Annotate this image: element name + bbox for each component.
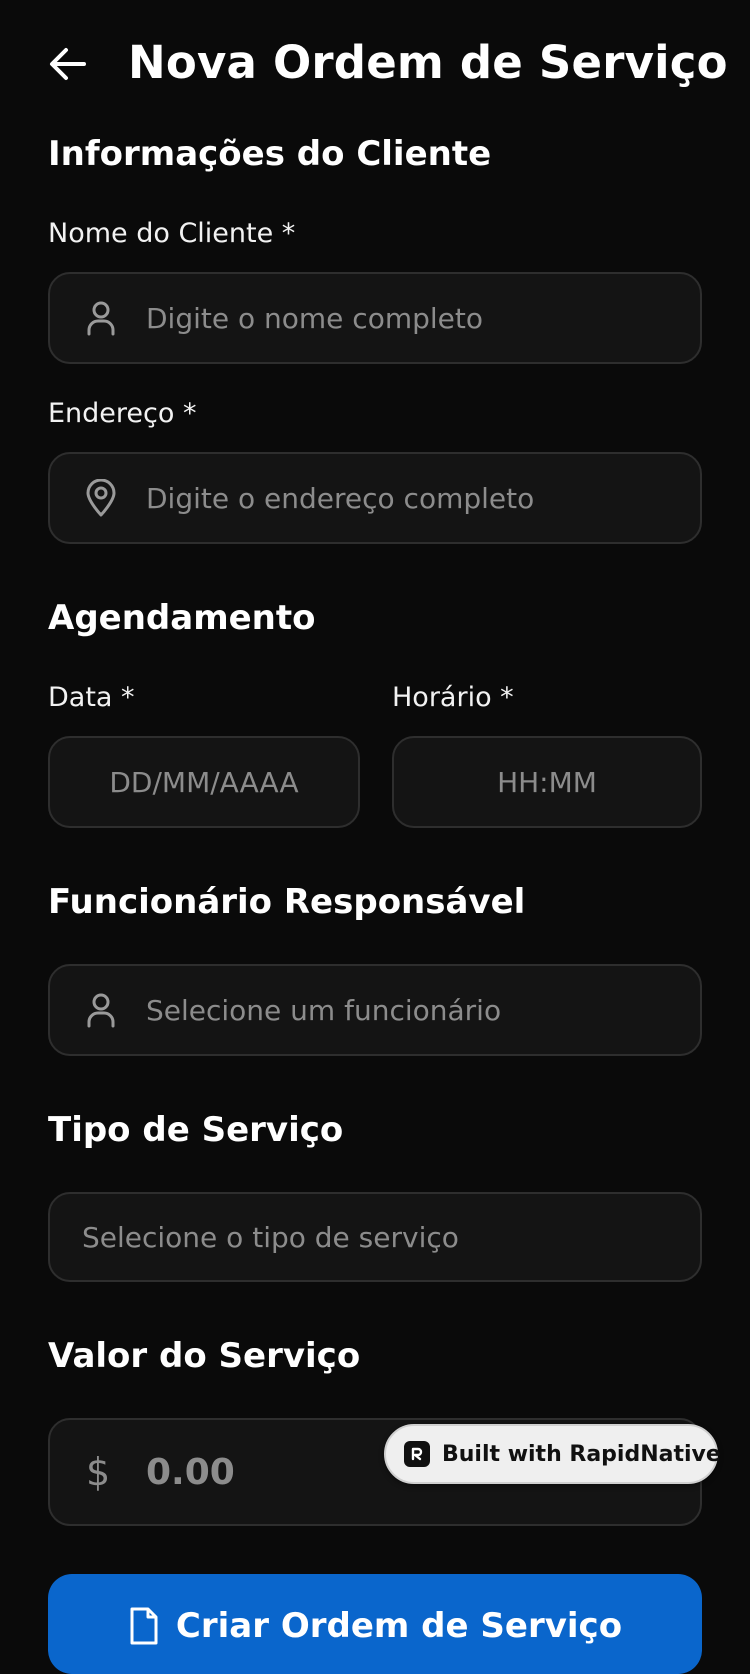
address-input[interactable]: Digite o endereço completo (48, 452, 702, 544)
service-type-section-title: Tipo de Serviço (48, 1110, 344, 1150)
header: Nova Ordem de Serviço (0, 28, 750, 102)
address-placeholder: Digite o endereço completo (146, 481, 535, 515)
page-title: Nova Ordem de Serviço (128, 36, 728, 89)
badge-label: Built with RapidNative (442, 1441, 721, 1467)
new-service-order-screen: Nova Ordem de Serviço Informações do Cli… (0, 0, 750, 1674)
built-with-badge[interactable]: Built with RapidNative (384, 1424, 721, 1484)
time-placeholder: HH:MM (497, 765, 597, 799)
rapidnative-logo-icon (404, 1441, 430, 1467)
create-order-button[interactable]: Criar Ordem de Serviço (48, 1574, 702, 1674)
arrow-left-icon (50, 48, 86, 80)
employee-select[interactable]: Selecione um funcionário (48, 964, 702, 1056)
time-label: Horário * (392, 682, 514, 713)
currency-symbol: $ (86, 1450, 111, 1494)
client-name-placeholder: Digite o nome completo (146, 301, 483, 335)
date-placeholder: DD/MM/AAAA (109, 765, 299, 799)
employee-placeholder: Selecione um funcionário (146, 993, 502, 1027)
map-pin-icon (84, 479, 118, 517)
employee-section-title: Funcionário Responsável (48, 882, 526, 922)
service-type-placeholder: Selecione o tipo de serviço (82, 1220, 459, 1254)
client-section-title: Informações do Cliente (48, 134, 492, 174)
service-type-select[interactable]: Selecione o tipo de serviço (48, 1192, 702, 1282)
client-name-label: Nome do Cliente * (48, 218, 296, 249)
value-section-title: Valor do Serviço (48, 1336, 361, 1376)
create-order-button-content: Criar Ordem de Serviço (128, 1606, 622, 1646)
file-icon (130, 1607, 158, 1645)
date-label: Data * (48, 682, 135, 713)
date-input[interactable]: DD/MM/AAAA (48, 736, 360, 828)
create-order-label: Criar Ordem de Serviço (175, 1606, 623, 1646)
user-icon (84, 991, 118, 1029)
address-label: Endereço * (48, 398, 197, 429)
user-icon (84, 299, 118, 337)
back-button[interactable] (48, 44, 96, 84)
client-name-input[interactable]: Digite o nome completo (48, 272, 702, 364)
time-input[interactable]: HH:MM (392, 736, 702, 828)
service-value-placeholder: 0.00 (146, 1451, 235, 1493)
schedule-section-title: Agendamento (48, 598, 316, 638)
